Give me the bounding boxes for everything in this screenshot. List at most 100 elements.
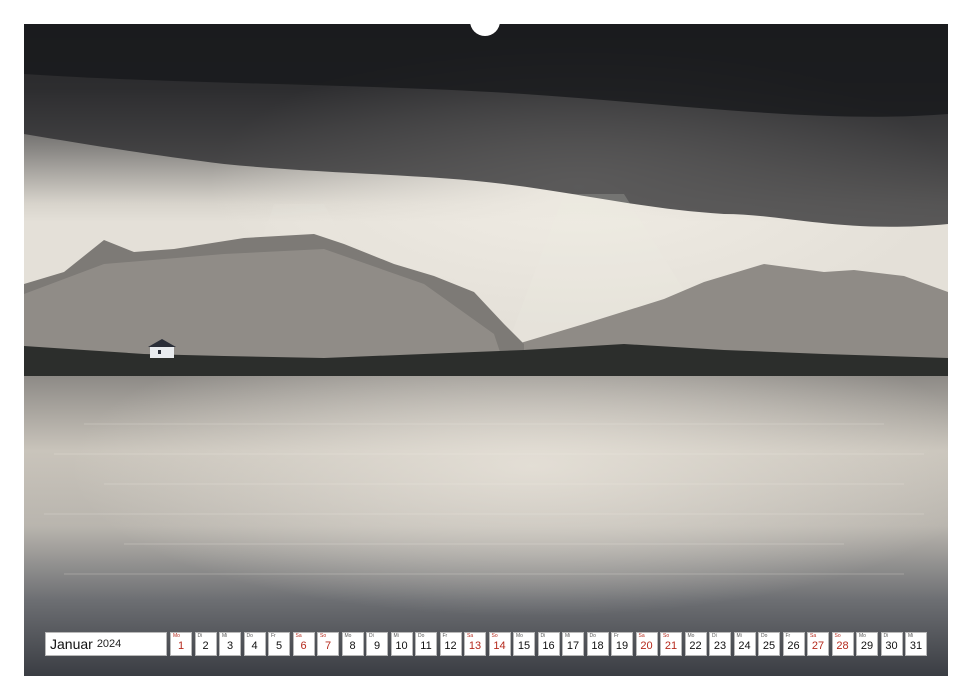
- weekday-abbrev: Fr: [614, 633, 619, 639]
- day-number: 3: [226, 640, 234, 652]
- weekday-abbrev: Do: [761, 633, 768, 639]
- day-number: 15: [517, 640, 531, 652]
- day-cell: Mo 8: [341, 632, 364, 656]
- day-cell: Mo 29: [856, 632, 878, 656]
- day-number: 12: [444, 640, 457, 652]
- day-cell: Mi 10: [390, 632, 413, 656]
- day-cell: So 28: [831, 632, 854, 656]
- day-number: 8: [349, 640, 356, 652]
- weekday-abbrev: Mi: [222, 633, 228, 639]
- day-cell: Do 18: [586, 632, 609, 656]
- day-cell: Di 30: [880, 632, 903, 656]
- day-number: 4: [251, 640, 258, 652]
- day-number: 24: [738, 640, 751, 652]
- month-label-box: Januar 2024: [45, 632, 167, 656]
- day-number: 17: [566, 640, 580, 652]
- day-cell: Sa 13: [464, 632, 486, 656]
- day-cells: Mo 1 Di 2 Mi 3 Do 4 Fr 5 Sa 6 So 7 Mo 8 Di 9 Mi 10 Do 11 Fr 12 S…: [170, 632, 927, 656]
- weekday-abbrev: Di: [712, 633, 717, 639]
- weekday-abbrev: Mi: [393, 633, 399, 639]
- day-number: 18: [591, 640, 604, 652]
- day-cell: So 21: [660, 632, 682, 656]
- landscape-photo: [24, 24, 948, 676]
- day-number: 2: [202, 640, 209, 652]
- day-cell: So 14: [488, 632, 511, 656]
- day-number: 28: [836, 640, 849, 652]
- weekday-abbrev: Mo: [859, 633, 866, 639]
- weekday-abbrev: Di: [369, 633, 374, 639]
- day-cell: So 7: [317, 632, 339, 656]
- day-number: 14: [493, 640, 506, 652]
- day-number: 27: [811, 640, 825, 652]
- day-cell: Mi 17: [562, 632, 584, 656]
- weekday-abbrev: Fr: [442, 633, 448, 639]
- weekday-abbrev: Fr: [785, 633, 791, 639]
- month-name: Januar: [50, 636, 93, 652]
- day-cell: Sa 6: [292, 632, 315, 656]
- weekday-abbrev: Mi: [736, 633, 742, 639]
- day-cell: Mi 31: [905, 632, 927, 656]
- weekday-abbrev: Sa: [295, 633, 302, 639]
- day-number: 16: [542, 640, 555, 652]
- day-number: 19: [615, 640, 629, 652]
- day-number: 30: [885, 640, 898, 652]
- day-cell: Di 16: [537, 632, 560, 656]
- weekday-abbrev: Sa: [638, 633, 645, 639]
- day-number: 22: [689, 640, 702, 652]
- day-cell: Do 4: [243, 632, 266, 656]
- weekday-abbrev: Fr: [271, 633, 276, 639]
- day-number: 11: [420, 640, 432, 652]
- day-cell: Fr 5: [268, 632, 290, 656]
- day-number: 10: [395, 640, 408, 652]
- day-number: 5: [275, 640, 283, 652]
- day-number: 31: [909, 640, 923, 652]
- day-cell: Do 11: [415, 632, 437, 656]
- weekday-abbrev: Do: [589, 633, 596, 639]
- weekday-abbrev: So: [491, 633, 498, 639]
- weekday-abbrev: So: [320, 633, 327, 639]
- weekday-abbrev: Mo: [516, 633, 523, 639]
- weekday-abbrev: Mo: [687, 633, 695, 639]
- day-cell: Mo 15: [513, 632, 535, 656]
- weekday-abbrev: Sa: [810, 633, 817, 639]
- day-cell: Mi 3: [219, 632, 241, 656]
- weekday-abbrev: Di: [540, 633, 546, 639]
- day-number: 23: [713, 640, 727, 652]
- weekday-abbrev: So: [663, 633, 670, 639]
- day-cell: Sa 20: [635, 632, 658, 656]
- year-label: 2024: [96, 638, 122, 650]
- day-cell: Fr 26: [782, 632, 805, 656]
- day-number: 21: [664, 640, 678, 652]
- day-cell: Do 25: [758, 632, 780, 656]
- weekday-abbrev: Do: [418, 633, 425, 639]
- landscape-illustration: [24, 24, 948, 676]
- weekday-abbrev: Mi: [565, 633, 571, 639]
- weekday-abbrev: Mo: [344, 633, 352, 639]
- day-number: 25: [762, 640, 776, 652]
- day-cell: Mi 24: [733, 632, 756, 656]
- weekday-abbrev: Mo: [173, 633, 180, 639]
- day-number: 6: [300, 640, 307, 652]
- day-cell: Mo 1: [170, 632, 192, 656]
- day-cell: Fr 12: [439, 632, 462, 656]
- day-number: 26: [787, 640, 800, 652]
- weekday-abbrev: Di: [197, 633, 203, 639]
- day-cell: Mo 22: [684, 632, 707, 656]
- day-cell: Fr 19: [611, 632, 633, 656]
- day-number: 9: [373, 640, 381, 652]
- weekday-abbrev: So: [834, 633, 841, 639]
- calendar-strip: Januar 2024 Mo 1 Di 2 Mi 3 Do 4 Fr 5 Sa 6 So 7 Mo 8 Di 9 M…: [45, 632, 927, 656]
- day-number: 13: [468, 640, 482, 652]
- day-cell: Di 9: [366, 632, 388, 656]
- day-number: 7: [324, 640, 332, 652]
- weekday-abbrev: Sa: [467, 633, 474, 639]
- day-cell: Di 2: [194, 632, 217, 656]
- day-cell: Sa 27: [807, 632, 829, 656]
- weekday-abbrev: Mi: [908, 633, 914, 639]
- day-cell: Di 23: [709, 632, 731, 656]
- day-number: 20: [640, 640, 653, 652]
- day-number: 29: [860, 640, 874, 652]
- weekday-abbrev: Di: [883, 633, 889, 639]
- day-number: 1: [177, 640, 185, 652]
- weekday-abbrev: Do: [246, 633, 253, 639]
